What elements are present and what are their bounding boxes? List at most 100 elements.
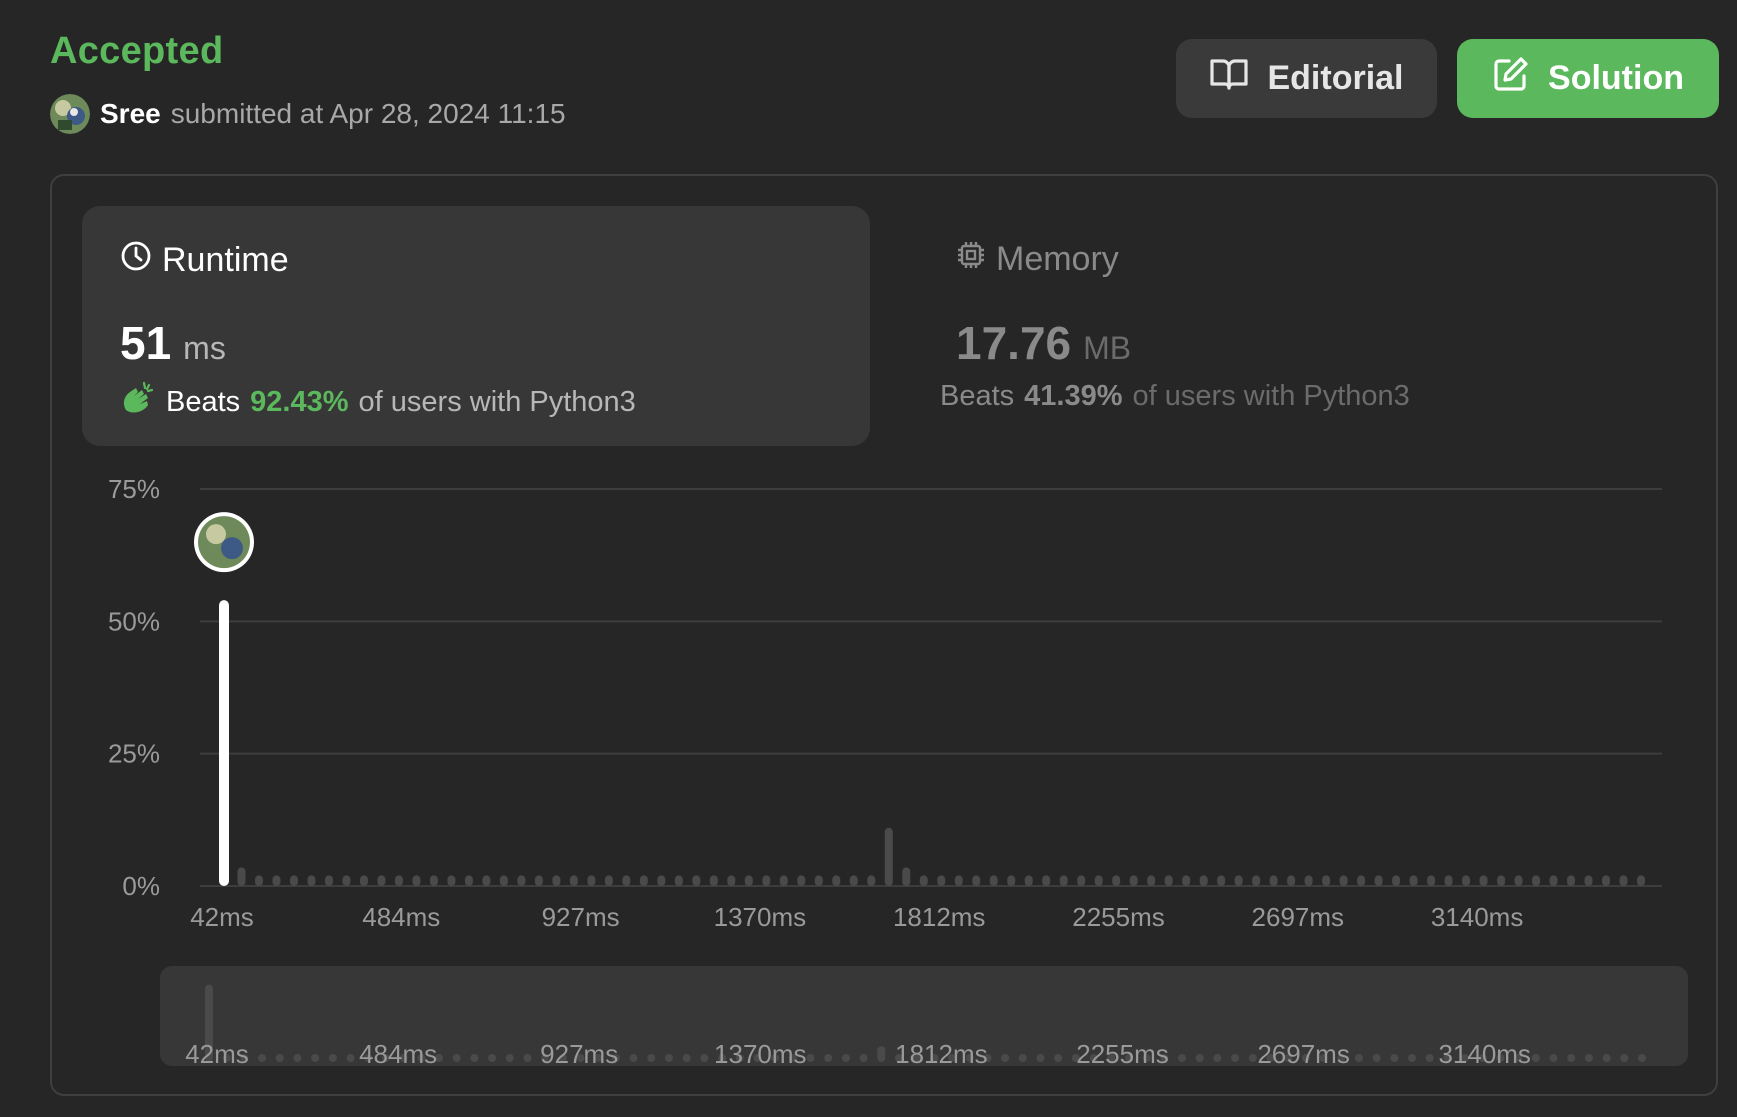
chart-bar[interactable]: [1042, 875, 1051, 886]
overview-bar: [806, 1054, 815, 1062]
chart-bar[interactable]: [867, 875, 876, 886]
chart-bar[interactable]: [1549, 875, 1558, 886]
chart-bar[interactable]: [849, 875, 858, 886]
chart-bar[interactable]: [657, 875, 666, 886]
chart-bar[interactable]: [937, 875, 946, 886]
chart-bar[interactable]: [237, 867, 246, 886]
chart-bar[interactable]: [727, 875, 736, 886]
chart-bar[interactable]: [307, 875, 316, 886]
chart-bar[interactable]: [534, 875, 543, 886]
chart-bar[interactable]: [482, 875, 491, 886]
chart-bar[interactable]: [797, 875, 806, 886]
chart-bar[interactable]: [272, 875, 281, 886]
overview-bar: [346, 1054, 355, 1062]
chart-bar[interactable]: [832, 875, 841, 886]
chart-bar[interactable]: [412, 875, 421, 886]
chart-bar[interactable]: [622, 875, 631, 886]
chart-bar[interactable]: [499, 875, 508, 886]
chart-bar[interactable]: [429, 875, 438, 886]
chart-bar[interactable]: [762, 875, 771, 886]
chart-bar[interactable]: [552, 875, 561, 886]
chart-bar[interactable]: [1287, 875, 1296, 886]
chart-bar[interactable]: [342, 875, 351, 886]
chart-bar[interactable]: [1602, 875, 1611, 886]
chart-bar-highlight[interactable]: [219, 600, 229, 886]
chart-bar[interactable]: [1392, 875, 1401, 886]
chart-bar[interactable]: [1217, 875, 1226, 886]
chart-bar[interactable]: [674, 875, 683, 886]
chart-bar[interactable]: [394, 875, 403, 886]
chart-bar[interactable]: [377, 875, 386, 886]
chart-bar[interactable]: [1339, 875, 1348, 886]
chart-bar[interactable]: [1129, 875, 1138, 886]
chart-bar[interactable]: [254, 875, 263, 886]
chart-bar[interactable]: [1444, 875, 1453, 886]
chart-bar[interactable]: [919, 875, 928, 886]
chart-bar[interactable]: [447, 875, 456, 886]
chart-bar[interactable]: [1269, 875, 1278, 886]
overview-bar: [629, 1054, 638, 1062]
chart-bar[interactable]: [1514, 875, 1523, 886]
x-tick-label: 42ms: [190, 902, 254, 932]
chart-bar[interactable]: [604, 875, 613, 886]
chart-bar[interactable]: [884, 827, 893, 886]
overview-tick-label: 1812ms: [895, 1039, 988, 1069]
chart-bar[interactable]: [779, 875, 788, 886]
x-tick-label: 2697ms: [1252, 902, 1345, 932]
chart-bar[interactable]: [1077, 875, 1086, 886]
overview-bar: [1231, 1054, 1240, 1062]
overview-bar: [1001, 1054, 1010, 1062]
chart-bar[interactable]: [1164, 875, 1173, 886]
chart-bar[interactable]: [1462, 875, 1471, 886]
chart-bar[interactable]: [1584, 875, 1593, 886]
chart-bar[interactable]: [1059, 875, 1068, 886]
chart-bar[interactable]: [1567, 875, 1576, 886]
chart-bar[interactable]: [569, 875, 578, 886]
overview-bar: [647, 1054, 656, 1062]
chart-bar[interactable]: [639, 875, 648, 886]
chart-bar[interactable]: [709, 875, 718, 886]
chart-bar[interactable]: [1409, 875, 1418, 886]
chart-bar[interactable]: [1637, 875, 1645, 886]
chart-bar[interactable]: [1427, 875, 1436, 886]
chart-bar[interactable]: [692, 875, 701, 886]
x-tick-label: 3140ms: [1431, 902, 1524, 932]
chart-bar[interactable]: [954, 875, 963, 886]
x-tick-label: 927ms: [542, 902, 620, 932]
chart-bar[interactable]: [814, 875, 823, 886]
chart-bar[interactable]: [1112, 875, 1121, 886]
chart-bar[interactable]: [1322, 875, 1331, 886]
overview-bar: [1178, 1054, 1187, 1062]
chart-bar[interactable]: [1357, 875, 1366, 886]
chart-bar[interactable]: [972, 875, 981, 886]
chart-bar[interactable]: [902, 867, 911, 886]
chart-bar[interactable]: [1147, 875, 1156, 886]
chart-bar[interactable]: [1304, 875, 1313, 886]
chart-bar[interactable]: [1007, 875, 1016, 886]
chart-bar[interactable]: [289, 875, 298, 886]
y-tick-label: 50%: [108, 606, 160, 636]
x-tick-label: 2255ms: [1072, 902, 1165, 932]
chart-bar[interactable]: [517, 875, 526, 886]
chart-bar[interactable]: [744, 875, 753, 886]
overview-bar: [1602, 1054, 1611, 1062]
chart-bar[interactable]: [587, 875, 596, 886]
chart-bar[interactable]: [1374, 875, 1383, 886]
chart-bar[interactable]: [1234, 875, 1243, 886]
chart-bar[interactable]: [1182, 875, 1191, 886]
overview-bar: [824, 1054, 833, 1062]
chart-bar[interactable]: [1619, 875, 1628, 886]
chart-bar[interactable]: [1497, 875, 1506, 886]
chart-bar[interactable]: [464, 875, 473, 886]
chart-bar[interactable]: [324, 875, 333, 886]
chart-bar[interactable]: [1479, 875, 1488, 886]
chart-bar[interactable]: [1024, 875, 1033, 886]
chart-bar[interactable]: [1094, 875, 1103, 886]
chart-bar[interactable]: [1252, 875, 1261, 886]
chart-bar[interactable]: [1199, 875, 1208, 886]
overview-bar: [1018, 1054, 1027, 1062]
chart-bar[interactable]: [359, 875, 368, 886]
chart-bar[interactable]: [1532, 875, 1541, 886]
chart-bar[interactable]: [989, 875, 998, 886]
y-tick-label: 25%: [108, 739, 160, 769]
